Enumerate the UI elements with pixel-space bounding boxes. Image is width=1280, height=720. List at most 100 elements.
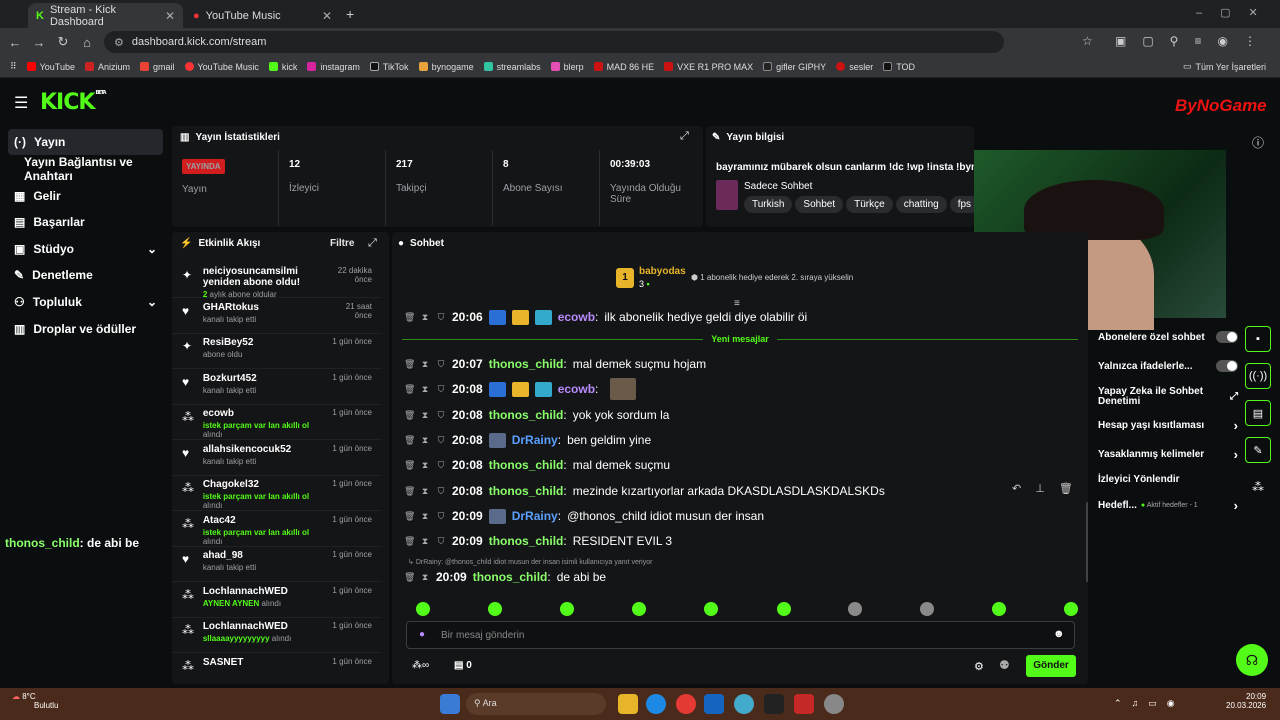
bookmark-youtube-music[interactable]: YouTube Music	[184, 62, 259, 72]
expand-icon[interactable]: ⤢	[680, 130, 689, 143]
sidebar-item-stream-key[interactable]: Yayın Bağlantısı ve Anahtarı	[18, 155, 178, 183]
channel-points-icon[interactable]: ⁂∞	[412, 660, 429, 671]
sidebar-item-yayin[interactable]: (·) Yayın	[8, 129, 163, 155]
sidebar-item-denetleme[interactable]: ✎ Denetleme	[8, 262, 163, 288]
sidebar-item-basarilar[interactable]: ▤ Başarılar	[8, 209, 163, 235]
chat-input[interactable]: ● Bir mesaj gönderin ☻	[406, 621, 1075, 649]
emote-icon[interactable]	[777, 602, 791, 616]
system-tray-icons[interactable]: ⌃♫▭◉	[1114, 698, 1185, 709]
mod-tool-icon[interactable]: ✎	[1245, 437, 1271, 463]
new-tab-icon[interactable]: +	[346, 6, 354, 22]
category-thumbnail	[716, 180, 738, 210]
back-icon[interactable]: ←	[6, 33, 24, 51]
filter-button[interactable]: Filtre	[330, 238, 354, 249]
sidebar-item-droplar[interactable]: ▥ Droplar ve ödüller	[8, 316, 163, 342]
activity-time: 1 gün önce	[332, 443, 372, 453]
hamburger-menu-icon[interactable]: ☰	[14, 93, 28, 113]
emote-icon[interactable]	[560, 602, 574, 616]
bookmark-youtube[interactable]: YouTube	[26, 62, 75, 72]
emote-icon[interactable]	[632, 602, 646, 616]
bookmark-mad86[interactable]: MAD 86 HE	[593, 62, 654, 72]
bookmark-streamlabs[interactable]: streamlabs	[483, 62, 541, 72]
bookmark-tiktok[interactable]: TikTok	[369, 62, 409, 72]
taskbar-search[interactable]: ⚲ Ara	[466, 693, 606, 715]
all-bookmarks[interactable]: ▭ Tüm Yer İşaretleri	[1183, 61, 1266, 72]
setting-ai-moderation[interactable]: Yapay Zeka ile Sohbet Denetimi ⤢	[1098, 382, 1238, 412]
home-icon[interactable]: ⌂	[78, 33, 96, 51]
bookmark-blerp[interactable]: blerp	[550, 62, 584, 72]
steam-icon[interactable]	[704, 694, 724, 714]
extension-icons[interactable]: ▣▢⚲≡◉⋮	[1115, 34, 1272, 48]
emote-icon[interactable]	[1064, 602, 1078, 616]
emote-icon[interactable]	[704, 602, 718, 616]
chat-scrollbar[interactable]	[1086, 502, 1088, 582]
bookmark-star-icon[interactable]: ☆	[1082, 34, 1093, 48]
support-icon[interactable]: ☊	[1236, 644, 1268, 676]
bookmark-kick[interactable]: kick	[268, 62, 297, 72]
edge-icon[interactable]	[646, 694, 666, 714]
apps-icon[interactable]: ⠿	[10, 61, 17, 72]
bookmark-giphy[interactable]: gifler GIPHY	[763, 62, 826, 72]
app-icon[interactable]	[734, 694, 754, 714]
bookmark-bynogame[interactable]: bynogame	[418, 62, 474, 72]
close-tab-icon[interactable]: ✕	[165, 9, 175, 23]
sidebar-item-topluluk[interactable]: ⚇ Topluluk ⌄	[8, 289, 163, 315]
points-counter: ▤ 0	[454, 660, 472, 671]
app-icon[interactable]	[794, 694, 814, 714]
moderation-icon[interactable]: ⚉	[999, 658, 1010, 672]
bookmark-vxe[interactable]: VXE R1 PRO MAX	[664, 62, 753, 72]
chat-settings-icon[interactable]: ⚙	[974, 660, 984, 673]
setting-goals[interactable]: Hedefl... ● Aktif hedefler - 1 ›	[1098, 492, 1238, 518]
close-tab-icon[interactable]: ✕	[322, 9, 332, 23]
toggle-sub-only[interactable]	[1216, 331, 1238, 343]
bookmark-instagram[interactable]: instagram	[307, 62, 360, 72]
start-icon[interactable]	[440, 694, 460, 714]
tab-youtube-music[interactable]: ● YouTube Music ✕	[185, 3, 340, 28]
send-button[interactable]: Gönder	[1026, 655, 1076, 677]
setting-raid[interactable]: İzleyici Yönlendir	[1098, 466, 1238, 492]
setting-sub-only[interactable]: Abonelere özel sohbet	[1098, 324, 1238, 350]
bookmark-tod[interactable]: TOD	[883, 62, 915, 72]
broadcast-tool-icon[interactable]: ((·))	[1245, 363, 1271, 389]
kick-logo[interactable]: KICKBETA	[40, 90, 107, 115]
info-icon[interactable]: ⓘ	[1252, 134, 1264, 151]
more-tools-icon[interactable]: ⁂	[1252, 480, 1264, 494]
emote-icon[interactable]	[416, 602, 430, 616]
url-field[interactable]: ⚙ dashboard.kick.com/stream	[104, 31, 1004, 53]
setting-banned-words[interactable]: Yasaklanmış kelimeler ›	[1098, 441, 1238, 467]
bookmark-sesler[interactable]: sesler	[836, 62, 873, 72]
activity-detail: istek parçam var lan akıllı ol alındı	[202, 527, 310, 546]
bookmark-anizium[interactable]: Anizium	[84, 62, 130, 72]
activity-name: ecowb	[202, 408, 234, 419]
activity-detail: kanalı takip etti	[202, 563, 257, 572]
reload-icon[interactable]: ↻	[54, 33, 72, 51]
emote-icon[interactable]	[992, 602, 1006, 616]
bookmark-gmail[interactable]: gmail	[139, 62, 175, 72]
popout-icon[interactable]: ⤢	[368, 237, 377, 250]
tab-kick-dashboard[interactable]: K Stream - Kick Dashboard ✕	[28, 3, 183, 28]
forward-icon[interactable]: →	[30, 33, 48, 51]
microphone-icon[interactable]: ●	[419, 629, 425, 640]
setting-account-age[interactable]: Hesap yaşı kısıtlaması ›	[1098, 412, 1238, 438]
epic-games-icon[interactable]	[764, 694, 784, 714]
chat-tool-icon[interactable]: ▪	[1245, 326, 1271, 352]
app-icon[interactable]	[824, 694, 844, 714]
emote-icon[interactable]	[488, 602, 502, 616]
sidebar-item-gelir[interactable]: ▦ Gelir	[8, 183, 163, 209]
emote-icon[interactable]	[920, 602, 934, 616]
setting-emote-only[interactable]: Yalnızca ifadelerle...	[1098, 353, 1238, 379]
activity-name: ahad_98	[202, 550, 243, 561]
sidebar-item-studyo[interactable]: ▣ Stüdyo ⌄	[8, 236, 163, 262]
media-tool-icon[interactable]: ▤	[1245, 400, 1271, 426]
emoji-icon[interactable]: ☻	[1053, 628, 1065, 640]
emote-icon[interactable]	[848, 602, 862, 616]
toggle-emote-only[interactable]	[1216, 360, 1238, 372]
weather-widget[interactable]: ☁ 8°C Bulutlu	[12, 692, 58, 710]
chrome-icon[interactable]	[676, 694, 696, 714]
window-controls[interactable]: –▢✕	[1196, 6, 1276, 19]
site-info-icon[interactable]: ⚙	[114, 36, 124, 49]
tab-label: Stream - Kick Dashboard	[49, 3, 116, 28]
activity-name: allahsikencocuk52	[202, 443, 292, 455]
clock[interactable]: 20:09 20.03.2026	[1226, 692, 1266, 710]
file-explorer-icon[interactable]	[618, 694, 638, 714]
